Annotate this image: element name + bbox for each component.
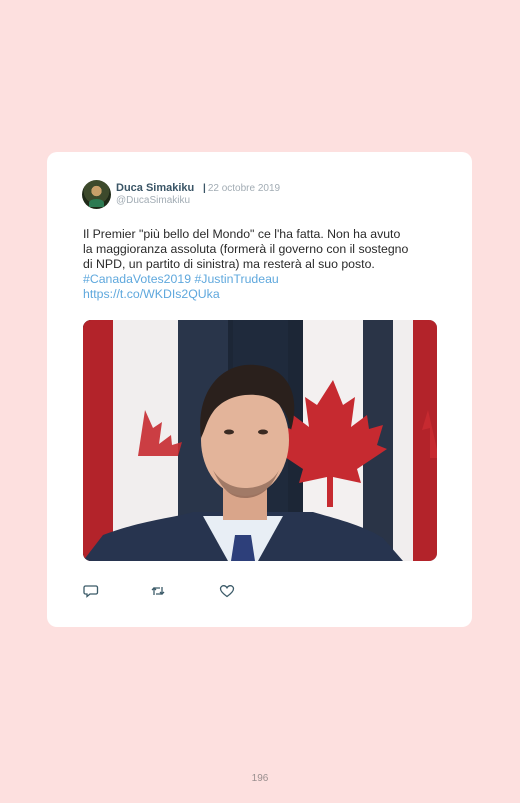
author-handle[interactable]: @DucaSimakiku (116, 195, 190, 206)
heart-icon (219, 585, 235, 598)
reply-button[interactable] (83, 583, 99, 599)
like-button[interactable] (219, 583, 235, 599)
retweet-button[interactable] (150, 583, 166, 599)
photo-illustration (83, 320, 437, 561)
author-name[interactable]: Duca Simakiku (116, 182, 194, 194)
tweet-date-text: 22 octobre 2019 (207, 183, 281, 194)
hashtag-justintrudeau[interactable]: #JustinTrudeau (194, 272, 278, 286)
tweet-photo[interactable] (83, 320, 437, 561)
tweet-text-line: Il Premier "più bello del Mondo" ce l'ha… (83, 227, 401, 241)
tweet-card: Duca Simakiku | 22 octobre 2019 @DucaSima… (47, 152, 472, 627)
tweet-link[interactable]: https://t.co/WKDIs2QUka (83, 287, 443, 302)
tweet-text-line: la maggioranza assoluta (formerà il gove… (83, 242, 409, 256)
retweet-icon (151, 587, 165, 595)
hashtags-line: #CanadaVotes2019 #JustinTrudeau (83, 272, 443, 287)
page-number: 196 (251, 773, 269, 784)
tweet-text: Il Premier "più bello del Mondo" ce l'ha… (83, 227, 443, 302)
tweet-text-line: di NPD, un partito di sinistra) ma reste… (83, 257, 375, 271)
hashtag-canadavotes2019[interactable]: #CanadaVotes2019 (83, 272, 191, 286)
separator: | (203, 183, 206, 194)
reply-icon (83, 585, 99, 598)
avatar[interactable] (82, 180, 111, 209)
tweet-date[interactable]: | 22 octobre 2019 (203, 183, 280, 194)
